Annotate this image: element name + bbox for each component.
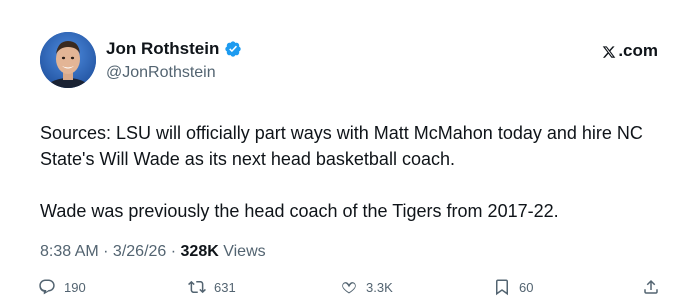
reply-button[interactable]: 190 (38, 276, 86, 298)
meta-separator: · (98, 243, 113, 260)
repost-button[interactable]: 631 (188, 276, 236, 298)
tweet-paragraph: Wade was previously the head coach of th… (40, 201, 559, 221)
tweet-header: Jon Rothstein @JonRothstein .com (40, 32, 658, 88)
name-row: Jon Rothstein (106, 38, 242, 60)
tweet-meta: 8:38 AM · 3/26/26 · 328K Views (40, 241, 266, 263)
share-button[interactable] (642, 276, 660, 298)
author-handle[interactable]: @JonRothstein (106, 62, 242, 84)
meta-separator: · (166, 243, 181, 260)
repost-icon (188, 278, 206, 296)
bookmark-count: 60 (519, 279, 534, 295)
verified-badge-icon (224, 40, 242, 58)
reply-icon (38, 278, 56, 296)
tweet-time[interactable]: 8:38 AM (40, 243, 99, 260)
author-info: Jon Rothstein @JonRothstein (106, 38, 242, 84)
reply-count: 190 (64, 279, 86, 295)
repost-count: 631 (214, 279, 236, 295)
views-count: 328K (180, 243, 219, 260)
x-link-label: .com (618, 41, 658, 60)
share-icon (642, 278, 660, 296)
bookmark-icon (493, 278, 511, 296)
x-logo-icon (602, 44, 616, 58)
tweet-body: Sources: LSU will officially part ways w… (40, 120, 665, 224)
like-count: 3.3K (366, 279, 393, 295)
bookmark-button[interactable]: 60 (493, 276, 533, 298)
tweet-date[interactable]: 3/26/26 (113, 243, 166, 260)
author-display-name[interactable]: Jon Rothstein (106, 38, 219, 60)
profile-photo (40, 32, 96, 88)
like-button[interactable]: 3.3K (340, 276, 393, 298)
action-bar: 190 631 3.3K 60 (38, 276, 662, 298)
tweet-card: Jon Rothstein @JonRothstein .com Sources… (0, 0, 690, 306)
avatar[interactable] (40, 32, 96, 88)
x-link[interactable]: .com (602, 40, 658, 62)
tweet-paragraph: Sources: LSU will officially part ways w… (40, 123, 643, 169)
heart-icon (340, 278, 358, 296)
views-label: Views (218, 243, 266, 260)
